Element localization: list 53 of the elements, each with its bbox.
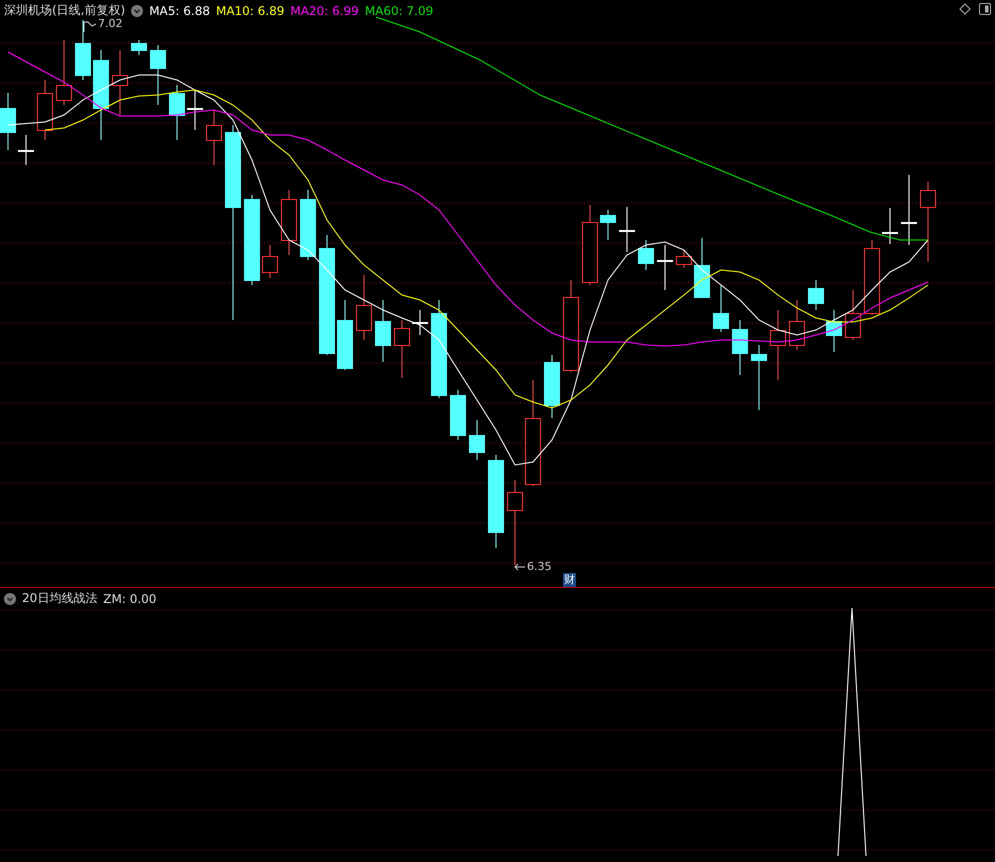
candlestick [262, 244, 278, 278]
candlestick [300, 190, 316, 260]
high-price-label: 7.02 [98, 17, 122, 30]
candlestick [713, 284, 729, 332]
candlestick [18, 134, 34, 166]
indicator-reading: ZM: 0.00 [103, 592, 156, 606]
candlestick [676, 250, 692, 268]
candlestick [808, 280, 824, 310]
candlestick [281, 190, 297, 256]
candlestick [450, 390, 466, 440]
candlestick [469, 420, 485, 460]
candlestick [56, 40, 72, 106]
candlestick [150, 44, 166, 106]
candlestick [657, 244, 673, 290]
candlestick [131, 40, 147, 56]
candlestick [638, 240, 654, 270]
indicator-label: MA60: 7.09 [364, 4, 434, 18]
candlestick [770, 310, 786, 380]
candlestick [412, 310, 428, 336]
diamond-icon[interactable] [959, 3, 971, 15]
candlestick [394, 320, 410, 378]
dropdown-icon[interactable] [4, 592, 16, 604]
low-price-label: 6.35 [527, 560, 552, 573]
candlestick [112, 50, 128, 116]
candlestick [206, 110, 222, 166]
window-icon[interactable] [979, 3, 991, 15]
candlestick [901, 174, 917, 246]
candlestick [619, 206, 635, 252]
candlestick [600, 210, 616, 240]
candlestick [789, 300, 805, 350]
candlestick [751, 344, 767, 410]
candlestick [375, 300, 391, 362]
arrow-icon [514, 564, 526, 570]
candlestick [0, 92, 16, 150]
candlestick [75, 20, 91, 80]
candlestick [694, 238, 710, 298]
indicator-label: MA10: 6.89 [216, 4, 284, 18]
candlestick [37, 80, 53, 140]
indicator-label: MA20: 6.99 [290, 4, 359, 18]
candlestick [356, 274, 372, 340]
candlestick [845, 290, 861, 340]
candlestick [187, 90, 203, 130]
dropdown-icon[interactable] [131, 4, 144, 16]
candlestick [826, 310, 842, 352]
candlestick [169, 84, 185, 140]
indicator-title: 20日均线战法 [22, 590, 98, 607]
event-badge[interactable]: 财 [563, 573, 576, 587]
chart-title: 深圳机场(日线,前复权) [4, 2, 126, 18]
candlestick [882, 208, 898, 244]
indicator-label: MA5: 6.88 [149, 4, 210, 18]
candlestick [732, 320, 748, 376]
candlestick [544, 354, 560, 418]
candlestick [337, 300, 353, 370]
